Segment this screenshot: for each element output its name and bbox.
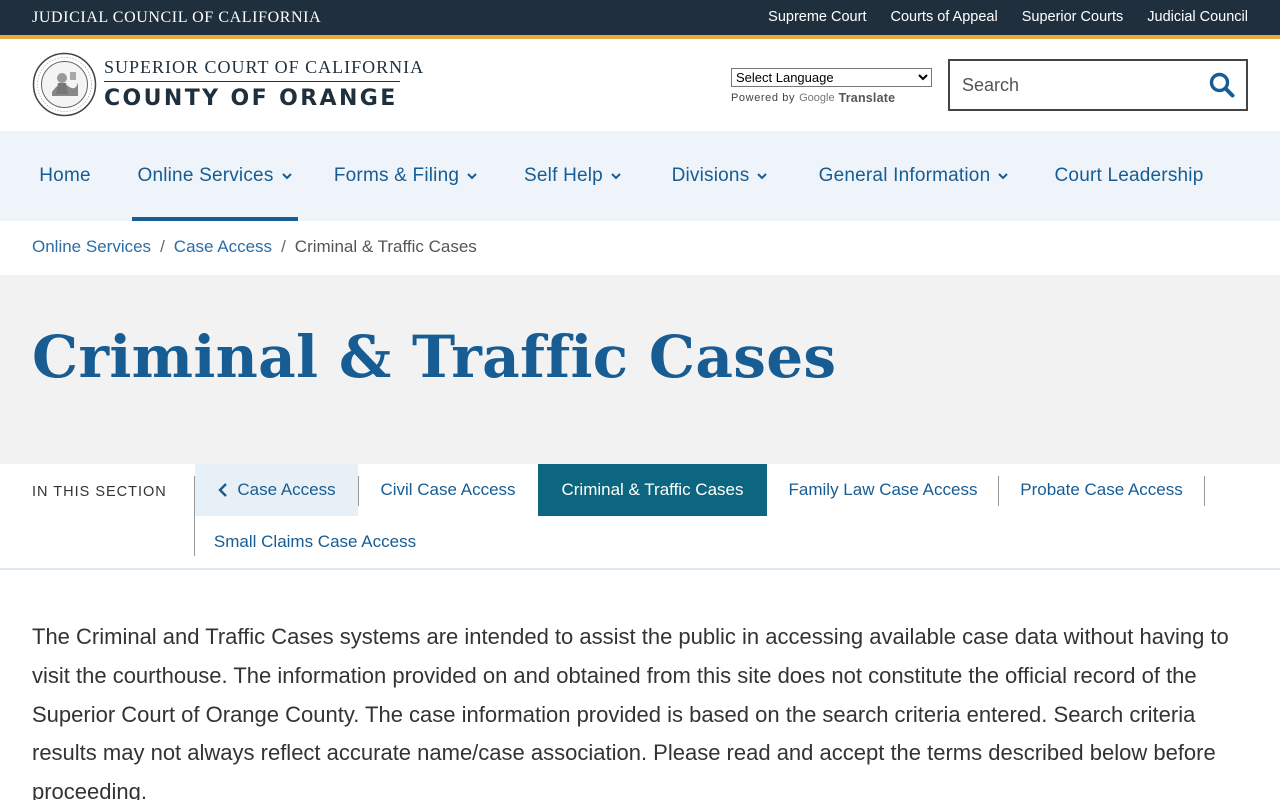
top-utility-bar: JUDICIAL COUNCIL OF CALIFORNIA Supreme C…: [0, 0, 1280, 35]
section-probate-case-access[interactable]: Probate Case Access: [999, 464, 1204, 516]
section-back-case-access[interactable]: Case Access: [195, 464, 358, 516]
google-logo[interactable]: Google: [799, 92, 834, 104]
search-icon: [1209, 72, 1235, 98]
breadcrumb-online-services[interactable]: Online Services: [32, 237, 151, 257]
page-title: Criminal & Traffic Cases: [32, 323, 837, 391]
chevron-down-icon: [467, 173, 477, 180]
search-button[interactable]: [1208, 72, 1236, 100]
main-navigation: Home Online Services Forms & Filing Self…: [0, 131, 1280, 221]
language-select[interactable]: Select Language: [731, 68, 932, 87]
nav-home[interactable]: Home: [24, 131, 106, 221]
section-family-law-case-access[interactable]: Family Law Case Access: [768, 464, 998, 516]
nav-forms-filing[interactable]: Forms & Filing: [330, 131, 482, 221]
section-item-label: Small Claims Case Access: [213, 532, 417, 551]
section-back-label: Case Access: [237, 480, 336, 499]
section-separator: [1204, 476, 1205, 506]
chevron-down-icon: [611, 173, 621, 180]
nav-label: Divisions: [671, 165, 750, 186]
nav-online-services[interactable]: Online Services: [132, 131, 298, 221]
search-input[interactable]: [962, 71, 1202, 99]
top-link-supreme-court[interactable]: Supreme Court: [768, 9, 866, 25]
nav-self-help[interactable]: Self Help: [518, 131, 628, 221]
nav-label: Forms & Filing: [333, 165, 460, 186]
breadcrumb-separator: /: [281, 237, 286, 256]
in-this-section-nav: IN THIS SECTION Case Access Civil Case A…: [0, 464, 1280, 570]
google-translate-attribution: Powered by Google Translate: [731, 91, 895, 105]
chevron-down-icon: [998, 173, 1009, 180]
section-label: IN THIS SECTION: [32, 484, 167, 500]
chevron-down-icon: [757, 173, 768, 180]
page-hero: Criminal & Traffic Cases: [0, 275, 1280, 464]
chevron-left-icon: [218, 483, 228, 497]
section-item-label: Criminal & Traffic Cases: [561, 480, 744, 499]
section-small-claims-case-access[interactable]: Small Claims Case Access: [195, 516, 435, 568]
nav-label: Online Services: [137, 165, 274, 186]
nav-label: Self Help: [524, 165, 603, 186]
powered-by-text: Powered by: [731, 92, 796, 104]
top-link-superior-courts[interactable]: Superior Courts: [1022, 9, 1124, 25]
translate-text[interactable]: Translate: [839, 91, 896, 105]
nav-label: Court Leadership: [1054, 165, 1204, 186]
top-link-judicial-council[interactable]: Judicial Council: [1147, 9, 1248, 25]
search-box: [948, 59, 1248, 111]
site-header: SUPERIOR COURT OF CALIFORNIA COUNTY OF O…: [0, 39, 1280, 131]
section-item-label: Probate Case Access: [1020, 480, 1183, 499]
top-link-courts-of-appeal[interactable]: Courts of Appeal: [890, 9, 997, 25]
section-civil-case-access[interactable]: Civil Case Access: [359, 464, 537, 516]
nav-court-leadership[interactable]: Court Leadership: [1050, 131, 1208, 221]
breadcrumb-separator: /: [160, 237, 165, 256]
nav-label: Home: [39, 165, 91, 186]
nav-general-information[interactable]: General Information: [812, 131, 1016, 221]
breadcrumb-current: Criminal & Traffic Cases: [294, 237, 477, 256]
logo-title-line2[interactable]: COUNTY OF ORANGE: [104, 86, 398, 111]
section-criminal-traffic-cases[interactable]: Criminal & Traffic Cases: [538, 464, 767, 516]
top-links: Supreme Court Courts of Appeal Superior …: [768, 9, 1248, 25]
chevron-down-icon: [281, 173, 292, 180]
nav-divisions[interactable]: Divisions: [664, 131, 776, 221]
breadcrumb: Online Services / Case Access / Criminal…: [32, 237, 477, 257]
intro-paragraph: The Criminal and Traffic Cases systems a…: [32, 624, 1229, 800]
section-item-label: Civil Case Access: [380, 480, 516, 499]
judicial-council-link[interactable]: JUDICIAL COUNCIL OF CALIFORNIA: [32, 9, 321, 27]
logo-divider: [104, 81, 400, 82]
nav-label: General Information: [818, 165, 991, 186]
section-item-label: Family Law Case Access: [788, 480, 978, 499]
logo-title-line1[interactable]: SUPERIOR COURT OF CALIFORNIA: [104, 57, 424, 78]
breadcrumb-case-access[interactable]: Case Access: [174, 237, 272, 257]
court-seal-icon[interactable]: [32, 52, 97, 117]
